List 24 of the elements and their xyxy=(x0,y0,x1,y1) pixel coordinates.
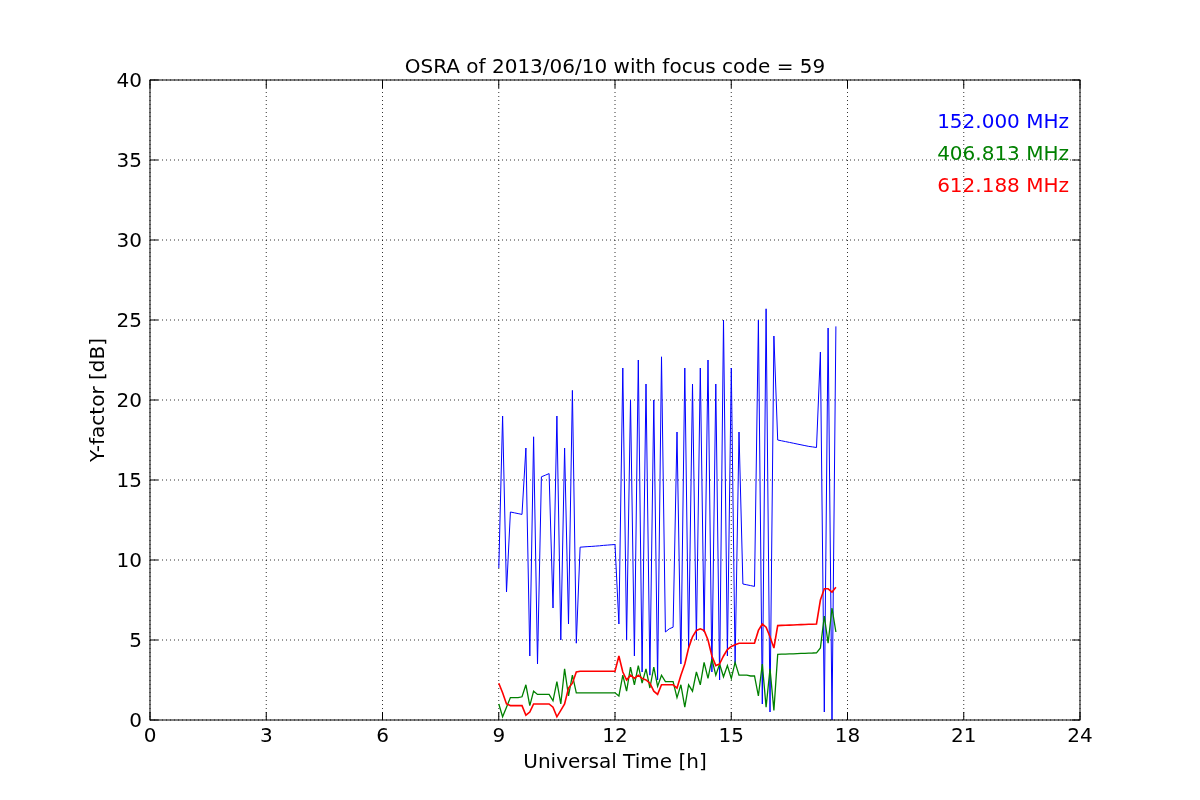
x-tick-label: 3 xyxy=(259,723,273,747)
y-tick-label: 20 xyxy=(116,388,142,412)
y-axis-label: Y-factor [dB] xyxy=(85,338,109,462)
y-tick-label: 40 xyxy=(116,68,142,92)
x-tick-label: 6 xyxy=(376,723,389,747)
legend-label: 612.188 MHz xyxy=(937,173,1069,197)
x-axis-label: Universal Time [h] xyxy=(523,749,707,773)
y-tick-label: 30 xyxy=(116,228,142,252)
x-tick-label: 24 xyxy=(1067,723,1093,747)
x-tick-label: 9 xyxy=(492,723,506,747)
legend-label: 406.813 MHz xyxy=(937,141,1069,165)
chart-title: OSRA of 2013/06/10 with focus code = 59 xyxy=(404,54,826,78)
x-tick-label: 18 xyxy=(834,723,861,747)
y-tick-label: 0 xyxy=(129,708,142,732)
y-tick-label: 10 xyxy=(116,548,142,572)
y-tick-label: 35 xyxy=(116,148,142,172)
y-tick-label: 5 xyxy=(129,628,142,652)
x-tick-label: 0 xyxy=(143,723,157,747)
y-tick-label: 25 xyxy=(116,308,142,332)
x-tick-label: 15 xyxy=(718,723,744,747)
legend-label: 152.000 MHz xyxy=(937,109,1069,133)
y-tick-label: 15 xyxy=(116,468,142,492)
x-tick-label: 21 xyxy=(951,723,977,747)
x-tick-label: 12 xyxy=(602,723,628,747)
